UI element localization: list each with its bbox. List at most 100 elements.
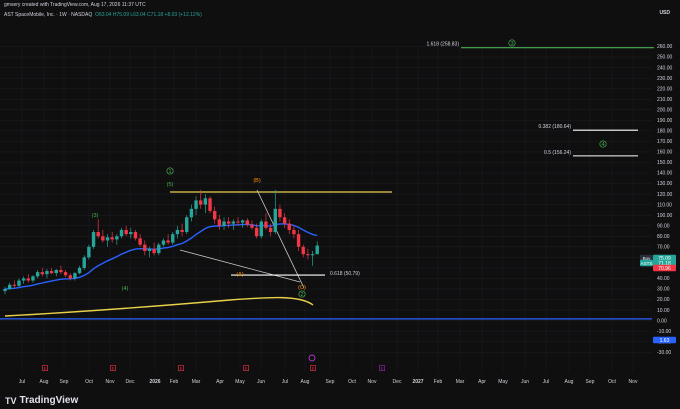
candle-body [143,244,147,252]
wave-label: (A) [236,272,244,278]
candle-body [35,272,40,277]
candle-body [133,232,138,239]
price-tick-label: -30.00 [657,350,671,356]
candle-body [26,278,30,281]
candle-body [231,221,236,224]
price-chart[interactable]: 1.618 (258.83) 0.382 (180.64) 0.5 (156.24)… [0,0,680,409]
candle-body [240,220,245,223]
candle-body [152,248,156,254]
time-tick-label: Jul [19,379,25,385]
candle-body [40,272,44,275]
event-markers[interactable]: EEEEEE [42,354,385,371]
time-tick-label: Feb [170,379,179,385]
price-tick-label: 30.00 [657,287,670,293]
candle-body [185,217,189,233]
price-tick-label: 230.00 [657,76,673,82]
tradingview-brand[interactable]: TV TradingView [5,395,78,406]
event-marker[interactable]: E [243,365,249,371]
candle-body [226,221,231,224]
time-axis[interactable]: Jul Aug Sep Oct Nov Dec 2026 Feb Mar Apr May Jun Jul… [19,379,638,385]
wave-annotations: 1.618 (258.83) 0.382 (180.64) 0.5 (156.24)… [92,39,654,298]
candle-body [250,224,254,228]
candle-body [7,284,12,289]
time-tick-label: Apr [478,379,486,385]
price-tick-label: 10.00 [657,308,670,314]
symbol-title: AST SpaceMobile, Inc. · 1W · NASDAQ [4,12,93,18]
candle-body [254,227,259,237]
price-tick-label: 180.00 [657,129,673,135]
price-tick-label: 220.00 [657,86,673,92]
candle-body [189,208,194,218]
price-tick-label: 160.00 [657,150,673,156]
time-tick-label: Aug [565,379,574,385]
price-tick-label: 110.00 [657,202,672,208]
candle-body [161,240,166,245]
price-tick-label: 150.00 [657,160,673,166]
time-tick-label: Jun [257,379,265,385]
price-tick-label: 90.00 [657,223,670,229]
candle-body [115,236,119,240]
wave-label: (4) [122,286,129,292]
candle-body [273,208,277,233]
time-tick-label: Oct [608,379,616,385]
event-marker[interactable]: E [110,365,116,371]
candle-body [91,232,96,247]
candle-body [63,272,68,276]
event-marker[interactable]: E [310,365,316,371]
price-tick-label: 0.00 [657,318,667,324]
event-marker-label: E [381,366,384,371]
candle-body [175,229,180,235]
price-tick-label: 190.00 [657,118,673,124]
time-tick-label: May [498,379,508,385]
fib-level-label: 0.5 (156.24) [544,150,571,156]
candle-body [129,232,133,235]
time-tick-label: Sep [326,379,335,385]
candle-body [259,221,263,237]
fib-level-label: 0.618 (50.79) [330,271,360,277]
price-tag-label: 1.63 [660,338,670,344]
event-marker[interactable]: E [178,365,184,371]
candle-body [222,221,226,226]
candle-body [208,198,212,211]
symbol-info[interactable]: AST SpaceMobile, Inc. · 1W · NASDAQ O63.… [4,12,202,18]
candle-body [147,248,152,252]
time-tick-label: Jun [521,379,529,385]
price-tick-label: 80.00 [657,234,670,240]
price-tick-label: 100.00 [657,213,673,219]
candle-body [110,237,114,240]
time-tick-label: Dec [393,379,402,385]
currency-unit[interactable]: USD [659,10,670,16]
event-marker[interactable]: E [379,365,385,371]
time-tick-label: Aug [40,379,49,385]
time-tick-label: Apr [216,379,224,385]
candle-body [236,221,240,223]
candle-body [124,229,128,235]
price-tick-label: 140.00 [657,171,673,177]
candle-body [296,234,301,247]
wave-label: (B) [253,178,261,184]
candle-body [82,257,86,268]
price-tick-label: 260.00 [657,44,673,50]
candle-body [171,234,175,243]
price-axis[interactable]: 260.00 250.00 240.00 230.00 220.00 210.00 200.… [640,44,676,356]
price-tick-label: 20.00 [657,297,670,303]
event-marker-label: E [112,366,115,371]
wave-label: (C) [298,285,306,291]
candle-body [21,278,26,281]
price-tag-name-label: ASTS [641,261,653,266]
tradingview-logo: TV [5,395,17,406]
event-marker[interactable]: E [42,365,48,371]
candle-body [268,227,273,233]
price-tick-label: 120.00 [657,192,673,198]
event-marker-label: E [44,366,47,371]
upcoming-event-icon [308,354,316,362]
candle-body [49,271,54,274]
candle-body [157,244,161,254]
wave-label: (3) [92,213,99,219]
candle-body [77,267,82,274]
price-tick-label: 70.00 [657,244,670,250]
time-tick-label: Sep [60,379,69,385]
candle-body [245,220,250,225]
candle-body [12,284,17,286]
candle-body [217,219,222,226]
